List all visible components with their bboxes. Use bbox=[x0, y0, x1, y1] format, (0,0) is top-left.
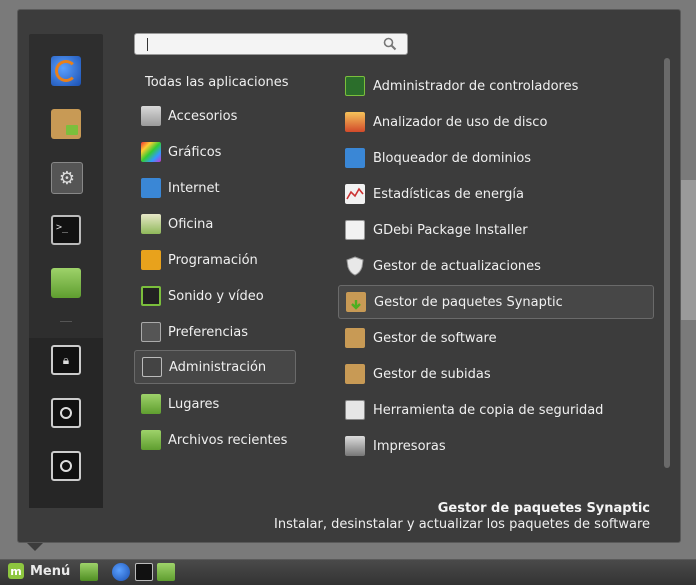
system-settings-icon[interactable]: ⚙ bbox=[51, 162, 83, 194]
app-list-scrollbar[interactable] bbox=[664, 58, 670, 468]
category-archivos-recientes[interactable]: Archivos recientes bbox=[134, 424, 296, 456]
search-input[interactable] bbox=[143, 36, 377, 54]
app-item[interactable]: Estadísticas de energía bbox=[338, 177, 654, 211]
taskbar: m Menú bbox=[0, 559, 696, 585]
app-label: Bloqueador de dominios bbox=[373, 150, 532, 166]
menu-button[interactable]: m Menú bbox=[8, 563, 70, 579]
category-label: Gráficos bbox=[168, 144, 222, 160]
category-label: Archivos recientes bbox=[168, 432, 288, 448]
category-lugares[interactable]: Lugares bbox=[134, 388, 296, 420]
home-folder-icon[interactable] bbox=[51, 268, 81, 298]
category-label: Lugares bbox=[168, 396, 220, 412]
software-manager-icon bbox=[345, 328, 365, 348]
category-preferencias[interactable]: Preferencias bbox=[134, 316, 296, 348]
menu-pointer bbox=[27, 543, 43, 551]
category-all-applications[interactable]: Todas las aplicaciones bbox=[145, 75, 289, 90]
disk-usage-icon bbox=[345, 112, 365, 132]
search-icon bbox=[383, 37, 397, 51]
domain-blocker-icon bbox=[345, 148, 365, 168]
terminal-icon[interactable] bbox=[135, 563, 153, 581]
application-menu: ⚙ >_ 🔒︎ Todas las aplicaciones Accesorio… bbox=[17, 9, 681, 543]
menu-button-label: Menú bbox=[30, 563, 71, 579]
category-label: Accesorios bbox=[168, 108, 238, 124]
app-item[interactable]: Bloqueador de dominios bbox=[338, 141, 654, 175]
category-oficina[interactable]: Oficina bbox=[134, 208, 296, 240]
app-label: GDebi Package Installer bbox=[373, 222, 528, 238]
logout-icon[interactable] bbox=[51, 398, 81, 428]
app-label: Gestor de subidas bbox=[373, 366, 491, 382]
graphics-icon bbox=[141, 142, 161, 162]
show-desktop-icon[interactable] bbox=[80, 563, 98, 581]
upload-manager-icon bbox=[345, 364, 365, 384]
category-label: Administración bbox=[169, 359, 267, 375]
shutdown-icon[interactable] bbox=[51, 451, 81, 481]
synaptic-icon bbox=[346, 292, 366, 312]
search-box[interactable] bbox=[134, 33, 408, 55]
category-label: Oficina bbox=[168, 216, 214, 232]
category-accesorios[interactable]: Accesorios bbox=[134, 100, 296, 132]
recent-files-icon bbox=[141, 430, 161, 450]
app-item[interactable]: Gestor de subidas bbox=[338, 357, 654, 391]
internet-icon bbox=[141, 178, 161, 198]
app-label: Impresoras bbox=[373, 438, 446, 454]
category-label: Internet bbox=[168, 180, 220, 196]
preferences-icon bbox=[141, 322, 161, 342]
driver-manager-icon bbox=[345, 76, 365, 96]
app-label: Gestor de paquetes Synaptic bbox=[374, 294, 563, 310]
sound-video-icon bbox=[141, 286, 161, 306]
app-item[interactable]: Impresoras bbox=[338, 429, 654, 463]
terminal-icon[interactable]: >_ bbox=[51, 215, 81, 245]
selected-app-title: Gestor de paquetes Synaptic bbox=[437, 501, 650, 516]
app-item[interactable]: Administrador de controladores bbox=[338, 69, 654, 103]
app-item[interactable]: GDebi Package Installer bbox=[338, 213, 654, 247]
selected-app-description: Instalar, desinstalar y actualizar los p… bbox=[274, 517, 650, 532]
office-icon bbox=[141, 214, 161, 234]
app-item[interactable]: Herramienta de copia de seguridad bbox=[338, 393, 654, 427]
category-administracion[interactable]: Administración bbox=[134, 350, 296, 384]
text-cursor bbox=[147, 38, 148, 51]
files-folder-icon[interactable] bbox=[157, 563, 175, 581]
favorites-separator bbox=[60, 321, 72, 322]
app-label: Gestor de actualizaciones bbox=[373, 258, 541, 274]
favorites-sidebar: ⚙ >_ 🔒︎ bbox=[29, 34, 103, 508]
printer-icon bbox=[345, 436, 365, 456]
category-programacion[interactable]: Programación bbox=[134, 244, 296, 276]
app-label: Estadísticas de energía bbox=[373, 186, 524, 202]
power-stats-icon bbox=[345, 184, 365, 204]
gdebi-icon bbox=[345, 220, 365, 240]
firefox-icon[interactable] bbox=[51, 56, 81, 86]
firefox-icon[interactable] bbox=[112, 563, 130, 581]
places-folder-icon bbox=[141, 394, 161, 414]
lock-screen-icon[interactable]: 🔒︎ bbox=[51, 345, 81, 375]
app-item[interactable]: Gestor de software bbox=[338, 321, 654, 355]
category-label: Sonido y vídeo bbox=[168, 288, 264, 304]
category-sonido-video[interactable]: Sonido y vídeo bbox=[134, 280, 296, 312]
app-item-selected[interactable]: Gestor de paquetes Synaptic bbox=[338, 285, 654, 319]
backup-tool-icon bbox=[345, 400, 365, 420]
app-item[interactable]: Analizador de uso de disco bbox=[338, 105, 654, 139]
app-label: Administrador de controladores bbox=[373, 78, 579, 94]
administration-icon bbox=[142, 357, 162, 377]
app-label: Gestor de software bbox=[373, 330, 497, 346]
accessories-icon bbox=[141, 106, 161, 126]
category-internet[interactable]: Internet bbox=[134, 172, 296, 204]
software-manager-icon[interactable] bbox=[51, 109, 81, 139]
category-label: Programación bbox=[168, 252, 258, 268]
category-graficos[interactable]: Gráficos bbox=[134, 136, 296, 168]
mint-logo-icon: m bbox=[8, 563, 24, 579]
category-label: Preferencias bbox=[168, 324, 249, 340]
app-item[interactable]: Gestor de actualizaciones bbox=[338, 249, 654, 283]
app-label: Analizador de uso de disco bbox=[373, 114, 548, 130]
app-label: Herramienta de copia de seguridad bbox=[373, 402, 604, 418]
programming-icon bbox=[141, 250, 161, 270]
update-manager-shield-icon bbox=[345, 256, 365, 276]
